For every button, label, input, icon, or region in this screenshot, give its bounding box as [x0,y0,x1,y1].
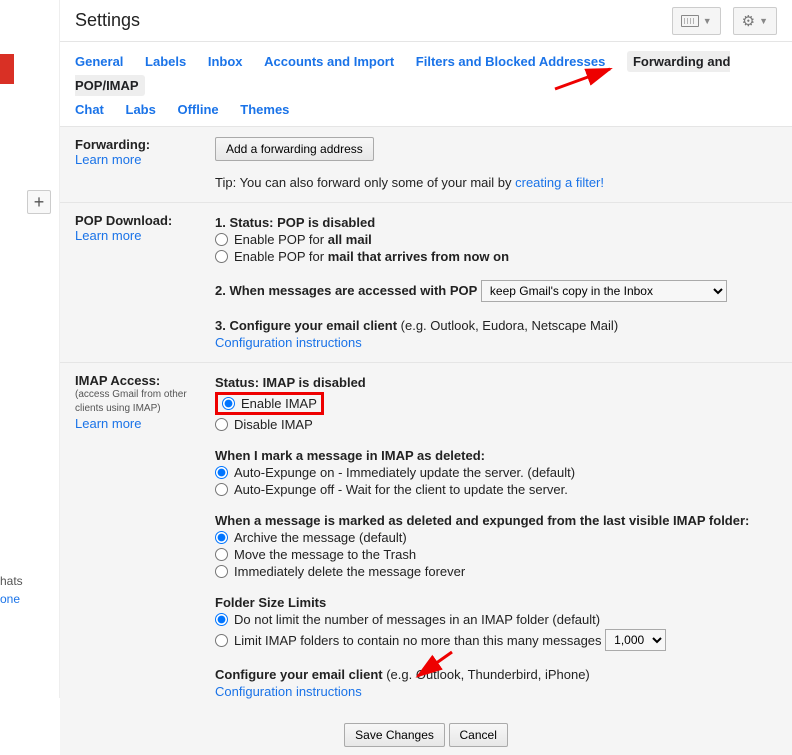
limits-select[interactable]: 1,000 [605,629,666,651]
header: Settings ▼ ▼ [60,0,792,42]
pop-status-prefix: 1. Status: [215,215,277,230]
enable-imap-highlight: Enable IMAP [215,392,324,415]
pop-access-select[interactable]: keep Gmail's copy in the Inbox [481,280,727,302]
tab-inbox[interactable]: Inbox [208,54,243,69]
purge-trash-label: Move the message to the Trash [234,547,416,562]
tab-filters[interactable]: Filters and Blocked Addresses [416,54,606,69]
save-changes-button[interactable]: Save Changes [344,723,445,747]
pop-learn-more[interactable]: Learn more [75,228,141,243]
keyboard-icon [681,15,699,27]
imap-enable-radio[interactable] [222,397,235,410]
pop-access-label: 2. When messages are accessed with POP [215,283,477,298]
tab-accounts[interactable]: Accounts and Import [264,54,394,69]
pop-enable-all-label: Enable POP for all mail [234,232,372,247]
purge-archive-radio[interactable] [215,531,228,544]
tab-labels[interactable]: Labels [145,54,186,69]
forwarding-section: Forwarding: Learn more Add a forwarding … [60,127,792,203]
imap-enable-label: Enable IMAP [241,396,317,411]
input-tools-button[interactable]: ▼ [672,7,721,35]
pop-enable-now-label: Enable POP for mail that arrives from no… [234,249,509,264]
purge-archive-label: Archive the message (default) [234,530,407,545]
compose-stub[interactable] [0,54,14,84]
create-filter-link[interactable]: creating a filter! [515,175,604,190]
tab-chat[interactable]: Chat [75,102,104,117]
pop-configure-prefix: 3. Configure your email client [215,318,401,333]
add-forwarding-button[interactable]: Add a forwarding address [215,137,374,161]
chats-label: hats [0,574,23,588]
expunge-off-radio[interactable] [215,483,228,496]
gear-icon [742,12,755,30]
expunge-off-label: Auto-Expunge off - Wait for the client t… [234,482,568,497]
imap-section: IMAP Access: (access Gmail from other cl… [60,363,792,711]
pop-status: POP is disabled [277,215,375,230]
pop-configure-suffix: (e.g. Outlook, Eudora, Netscape Mail) [401,318,619,333]
settings-tabs: General Labels Inbox Accounts and Import… [60,42,792,126]
settings-gear-button[interactable]: ▼ [733,7,777,35]
expunge-on-radio[interactable] [215,466,228,479]
forwarding-label: Forwarding: [75,137,215,152]
chevron-down-icon: ▼ [703,16,712,26]
imap-configure-suffix: (e.g. Outlook, Thunderbird, iPhone) [386,667,590,682]
forwarding-tip: Tip: You can also forward only some of y… [215,175,515,190]
purge-delete-label: Immediately delete the message forever [234,564,465,579]
imap-sublabel: (access Gmail from other clients using I… [75,388,215,416]
limits-limit-radio[interactable] [215,634,228,647]
limits-nolimit-label: Do not limit the number of messages in a… [234,612,600,627]
limits-nolimit-radio[interactable] [215,613,228,626]
pop-label: POP Download: [75,213,215,228]
pop-enable-all-radio[interactable] [215,233,228,246]
imap-config-instructions-link[interactable]: Configuration instructions [215,684,362,699]
imap-configure-prefix: Configure your email client [215,667,386,682]
add-button[interactable]: + [27,190,51,214]
footer-buttons: Save Changes Cancel [60,711,792,755]
imap-status-prefix: Status: [215,375,263,390]
imap-purge-header: When a message is marked as deleted and … [215,513,749,528]
pop-config-instructions-link[interactable]: Configuration instructions [215,335,362,350]
pop-section: POP Download: Learn more 1. Status: POP … [60,203,792,363]
chevron-down-icon: ▼ [759,16,768,26]
expunge-on-label: Auto-Expunge on - Immediately update the… [234,465,575,480]
tab-offline[interactable]: Offline [177,102,218,117]
tab-general[interactable]: General [75,54,123,69]
imap-label: IMAP Access: [75,373,215,388]
chats-link[interactable]: one [0,592,20,606]
limits-limit-label: Limit IMAP folders to contain no more th… [234,633,602,648]
imap-learn-more[interactable]: Learn more [75,416,141,431]
purge-delete-radio[interactable] [215,565,228,578]
imap-disable-label: Disable IMAP [234,417,313,432]
imap-status: IMAP is disabled [263,375,366,390]
folder-limits-header: Folder Size Limits [215,595,326,610]
page-title: Settings [75,10,660,31]
cancel-button[interactable]: Cancel [449,723,508,747]
purge-trash-radio[interactable] [215,548,228,561]
forwarding-learn-more[interactable]: Learn more [75,152,141,167]
settings-content: Forwarding: Learn more Add a forwarding … [60,126,792,755]
imap-disable-radio[interactable] [215,418,228,431]
tab-themes[interactable]: Themes [240,102,289,117]
pop-enable-now-radio[interactable] [215,250,228,263]
imap-delete-header: When I mark a message in IMAP as deleted… [215,448,485,463]
left-rail: + hats one [0,0,60,698]
tab-labs[interactable]: Labs [126,102,156,117]
